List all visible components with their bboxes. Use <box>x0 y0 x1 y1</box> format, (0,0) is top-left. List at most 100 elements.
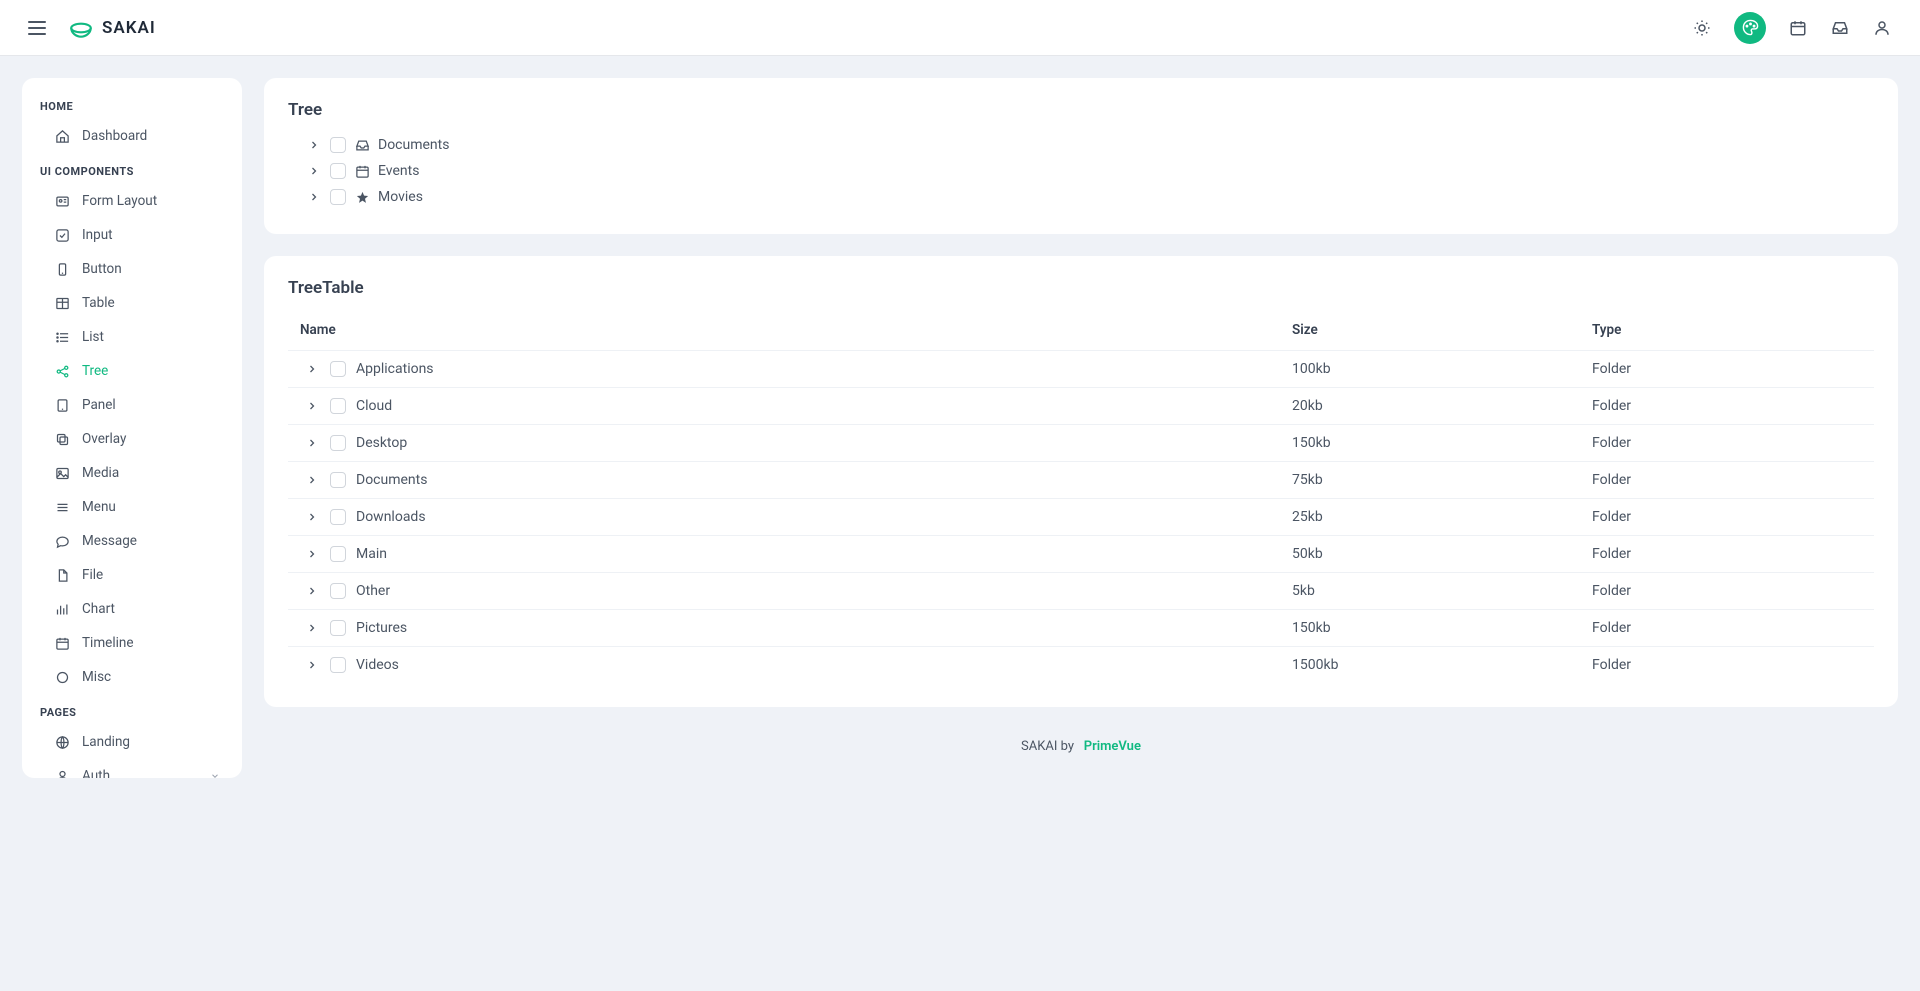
sidebar-item-label: Table <box>82 295 115 311</box>
sidebar-item-file[interactable]: File <box>22 558 238 592</box>
id-card-icon <box>55 194 70 209</box>
row-checkbox[interactable] <box>330 472 346 488</box>
sidebar-item-chart[interactable]: Chart <box>22 592 238 626</box>
brand-logo[interactable]: SAKAI <box>68 15 156 41</box>
treetable-name-cell: Applications <box>300 361 1292 377</box>
share-icon <box>54 363 70 379</box>
expand-toggle[interactable] <box>304 472 320 488</box>
row-checkbox[interactable] <box>330 509 346 525</box>
sidebar-item-input[interactable]: Input <box>22 218 238 252</box>
sidebar-item-message[interactable]: Message <box>22 524 238 558</box>
star-icon <box>354 189 370 205</box>
theme-toggle-button[interactable] <box>1692 18 1712 38</box>
row-name[interactable]: Videos <box>356 657 399 673</box>
menu-toggle-button[interactable] <box>28 21 52 35</box>
comment-icon <box>55 534 70 549</box>
expand-toggle[interactable] <box>306 189 322 205</box>
row-name[interactable]: Other <box>356 583 390 599</box>
expand-toggle[interactable] <box>304 546 320 562</box>
calendar-icon <box>54 635 70 651</box>
row-checkbox[interactable] <box>330 583 346 599</box>
expand-toggle[interactable] <box>304 583 320 599</box>
expand-toggle[interactable] <box>306 137 322 153</box>
row-size: 20kb <box>1292 398 1592 414</box>
tree-node-label[interactable]: Documents <box>378 137 449 153</box>
sidebar-item-auth[interactable]: Auth <box>22 759 238 778</box>
image-icon <box>55 466 70 481</box>
expand-toggle[interactable] <box>304 361 320 377</box>
row-name[interactable]: Main <box>356 546 387 562</box>
calendar-icon <box>354 163 370 179</box>
sidebar-item-overlay[interactable]: Overlay <box>22 422 238 456</box>
expand-toggle[interactable] <box>304 435 320 451</box>
sidebar-item-form-layout[interactable]: Form Layout <box>22 184 238 218</box>
sidebar-item-panel[interactable]: Panel <box>22 388 238 422</box>
star-icon <box>355 190 370 205</box>
row-type: Folder <box>1592 546 1862 562</box>
row-checkbox[interactable] <box>330 361 346 377</box>
row-name[interactable]: Pictures <box>356 620 407 636</box>
sidebar-item-label: Chart <box>82 601 115 617</box>
row-size: 150kb <box>1292 435 1592 451</box>
share-icon <box>55 364 70 379</box>
col-header-type[interactable]: Type <box>1592 322 1862 338</box>
row-name[interactable]: Downloads <box>356 509 426 525</box>
sidebar-item-dashboard[interactable]: Dashboard <box>22 119 238 153</box>
tree-checkbox[interactable] <box>330 137 346 153</box>
expand-toggle[interactable] <box>304 398 320 414</box>
row-checkbox[interactable] <box>330 398 346 414</box>
topbar-left: SAKAI <box>28 15 156 41</box>
row-checkbox[interactable] <box>330 620 346 636</box>
sidebar-item-button[interactable]: Button <box>22 252 238 286</box>
chart-bar-icon <box>54 601 70 617</box>
sidebar[interactable]: HOMEDashboardUI COMPONENTSForm LayoutInp… <box>22 78 242 778</box>
sidebar-item-label: Dashboard <box>82 128 147 144</box>
tree-node-label[interactable]: Events <box>378 163 419 179</box>
tree-checkbox[interactable] <box>330 189 346 205</box>
sidebar-item-label: Misc <box>82 669 111 685</box>
expand-toggle[interactable] <box>304 620 320 636</box>
row-checkbox[interactable] <box>330 546 346 562</box>
row-name[interactable]: Desktop <box>356 435 407 451</box>
row-name[interactable]: Documents <box>356 472 427 488</box>
row-type: Folder <box>1592 472 1862 488</box>
expand-toggle[interactable] <box>304 657 320 673</box>
sidebar-item-media[interactable]: Media <box>22 456 238 490</box>
sun-icon <box>1693 19 1711 37</box>
row-name[interactable]: Applications <box>356 361 434 377</box>
row-name[interactable]: Cloud <box>356 398 392 414</box>
list-icon <box>55 330 70 345</box>
sidebar-item-table[interactable]: Table <box>22 286 238 320</box>
treetable-row: Desktop150kbFolder <box>288 425 1874 462</box>
col-header-size[interactable]: Size <box>1292 322 1592 338</box>
sidebar-item-tree[interactable]: Tree <box>22 354 238 388</box>
check-square-icon <box>55 228 70 243</box>
globe-icon <box>54 734 70 750</box>
row-checkbox[interactable] <box>330 657 346 673</box>
config-button[interactable] <box>1734 12 1766 44</box>
row-type: Folder <box>1592 509 1862 525</box>
footer-brand-link[interactable]: PrimeVue <box>1084 739 1141 754</box>
tree-node-label[interactable]: Movies <box>378 189 423 205</box>
tree-checkbox[interactable] <box>330 163 346 179</box>
sidebar-item-timeline[interactable]: Timeline <box>22 626 238 660</box>
sidebar-item-list[interactable]: List <box>22 320 238 354</box>
inbox-icon <box>354 137 370 153</box>
row-checkbox[interactable] <box>330 435 346 451</box>
treetable: Name Size Type Applications 100kb Folder Cl… <box>288 310 1874 683</box>
circle-icon <box>54 669 70 685</box>
sidebar-item-menu[interactable]: Menu <box>22 490 238 524</box>
topbar-right <box>1692 12 1892 44</box>
sidebar-item-landing[interactable]: Landing <box>22 725 238 759</box>
inbox-button[interactable] <box>1830 18 1850 38</box>
sidebar-item-label: Panel <box>82 397 116 413</box>
expand-toggle[interactable] <box>306 163 322 179</box>
row-size: 100kb <box>1292 361 1592 377</box>
id-card-icon <box>54 193 70 209</box>
col-header-name[interactable]: Name <box>300 322 1292 338</box>
expand-toggle[interactable] <box>304 509 320 525</box>
sidebar-item-misc[interactable]: Misc <box>22 660 238 694</box>
calendar-button[interactable] <box>1788 18 1808 38</box>
profile-button[interactable] <box>1872 18 1892 38</box>
sidebar-item-label: Overlay <box>82 431 126 447</box>
